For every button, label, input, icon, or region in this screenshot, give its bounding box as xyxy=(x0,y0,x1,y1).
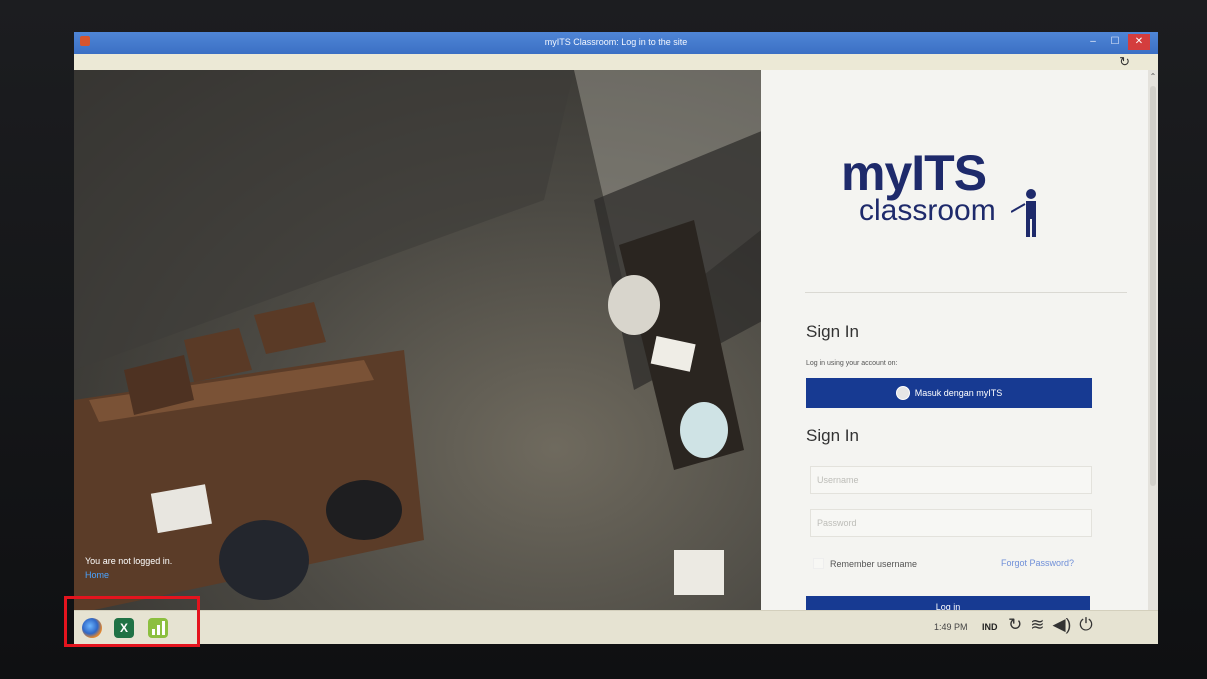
scroll-thumb[interactable] xyxy=(1150,86,1156,486)
sso-button-label: Masuk dengan myITS xyxy=(914,388,1003,398)
close-button[interactable]: ✕ xyxy=(1128,34,1150,50)
classroom-photo-illustration xyxy=(74,70,761,610)
screen: myITS Classroom: Log in to the site – ☐ … xyxy=(74,32,1158,644)
clock[interactable]: 1:49 PM xyxy=(934,622,968,632)
remember-label: Remember username xyxy=(830,558,918,569)
refresh-icon[interactable]: ↻ xyxy=(1008,615,1022,635)
volume-icon[interactable]: ◀) xyxy=(1053,615,1072,635)
maximize-button[interactable]: ☐ xyxy=(1106,34,1124,50)
window-controls: – ☐ ✕ xyxy=(1084,34,1150,50)
background-photo: You are not logged in. Home xyxy=(74,70,761,610)
power-icon[interactable]: ⏻ xyxy=(1079,615,1092,635)
password-input[interactable] xyxy=(810,509,1092,537)
browser-toolbar: ↻ xyxy=(74,54,1158,70)
window-title: myITS Classroom: Log in to the site xyxy=(544,37,688,47)
page-scrollbar[interactable]: ⌃ xyxy=(1148,70,1158,610)
system-tray: ↻ ≋ ◀) ⏻ xyxy=(1008,615,1093,635)
myits-sso-button[interactable]: Masuk dengan myITS xyxy=(806,378,1092,408)
home-link[interactable]: Home xyxy=(85,570,109,580)
minimize-button[interactable]: – xyxy=(1084,34,1102,50)
wifi-icon[interactable]: ≋ xyxy=(1030,615,1044,635)
its-emblem-icon xyxy=(895,386,910,400)
scroll-up-icon[interactable]: ⌃ xyxy=(1148,72,1158,81)
sso-hint: Log in using your account on: xyxy=(806,360,898,367)
forgot-password-link[interactable]: Forgot Password? xyxy=(1001,558,1074,568)
teacher-icon xyxy=(1011,189,1036,237)
reload-icon[interactable]: ↻ xyxy=(1119,54,1130,70)
sso-heading: Sign In xyxy=(806,322,859,341)
login-heading: Sign In xyxy=(806,426,859,445)
language-indicator[interactable]: IND xyxy=(982,622,998,632)
taskbar: X 1:49 PM IND ↻ ≋ ◀) ⏻ xyxy=(74,610,1158,644)
myits-classroom-logo: myITS classroom xyxy=(841,144,1041,244)
not-logged-in-text: You are not logged in. xyxy=(85,556,173,566)
username-input[interactable] xyxy=(810,466,1092,494)
window-titlebar[interactable]: myITS Classroom: Log in to the site – ☐ … xyxy=(74,32,1158,54)
divider xyxy=(805,292,1127,293)
remember-checkbox[interactable] xyxy=(813,558,824,569)
remember-username[interactable]: Remember username xyxy=(813,558,917,569)
login-page: You are not logged in. Home myITS classr… xyxy=(74,70,1158,618)
login-panel: myITS classroom Sign In Log in using you… xyxy=(761,70,1148,618)
logo-sub-text: classroom xyxy=(859,194,996,227)
taskbar-apps-highlight xyxy=(64,596,200,647)
